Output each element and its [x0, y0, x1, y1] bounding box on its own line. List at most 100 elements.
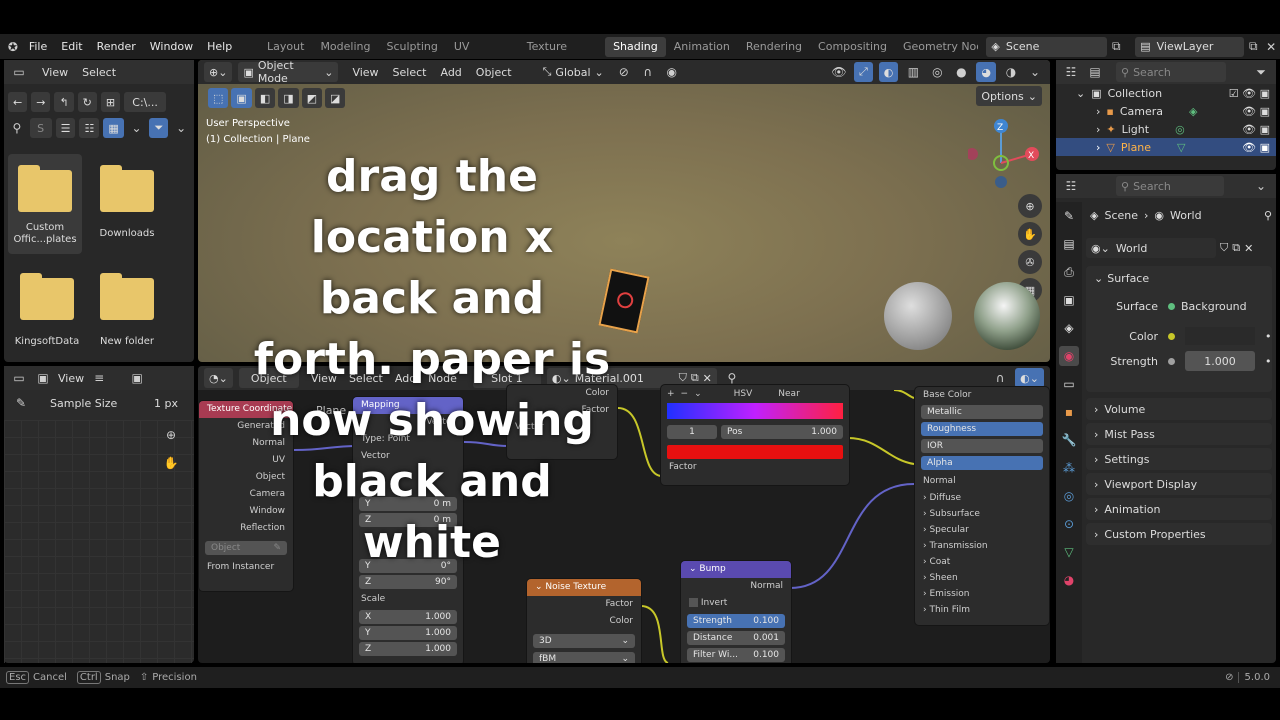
- blender-logo-icon[interactable]: ✪: [4, 38, 22, 56]
- select-extend-icon[interactable]: ◧: [254, 88, 276, 108]
- editor-type-icon[interactable]: ☷: [1062, 177, 1080, 195]
- noise-type[interactable]: fBM ⌄: [533, 652, 635, 663]
- filter-width-field[interactable]: Filter Wi... 0.100: [687, 648, 785, 662]
- navigation-gizmo[interactable]: Z X: [966, 116, 1042, 190]
- stop-position[interactable]: Pos 1.000: [721, 425, 843, 439]
- rotation-z[interactable]: Z 90°: [359, 575, 457, 589]
- modifier-tab-icon[interactable]: 🔧: [1059, 430, 1079, 450]
- back-icon[interactable]: ←: [8, 92, 28, 112]
- editor-type-icon[interactable]: ▭: [10, 63, 28, 81]
- scene-selector[interactable]: ◈ Scene: [986, 36, 1108, 57]
- tab-compositing[interactable]: Compositing: [810, 37, 895, 57]
- render-tab-icon[interactable]: ▤: [1059, 234, 1079, 254]
- scale-y[interactable]: Y 1.000: [359, 626, 457, 640]
- fake-user-icon[interactable]: ⛉: [679, 371, 687, 385]
- folder-item[interactable]: New folder: [94, 273, 160, 347]
- visibility-icon[interactable]: 👁: [830, 63, 848, 81]
- tab-shading[interactable]: Shading: [605, 36, 666, 57]
- viewport-view-menu[interactable]: View: [352, 66, 378, 79]
- filter-icon[interactable]: ⏷: [149, 118, 169, 138]
- select-tool-icon[interactable]: ⬚: [208, 88, 229, 108]
- xray-icon[interactable]: ▥: [904, 63, 922, 81]
- close-icon[interactable]: ✕: [1262, 38, 1280, 56]
- data-tab-icon[interactable]: ▽: [1059, 542, 1079, 562]
- filter-icon[interactable]: ⏷: [1252, 63, 1270, 81]
- invert-checkbox[interactable]: Invert: [681, 595, 791, 612]
- camera-view-icon[interactable]: ✇: [1018, 250, 1042, 274]
- list-view-icon[interactable]: ☰: [55, 118, 76, 138]
- principled-bsdf-node[interactable]: Base Color Metallic Roughness IOR Alpha …: [914, 386, 1050, 626]
- ramp-interp[interactable]: Near: [778, 389, 800, 399]
- rendered-shading-icon[interactable]: ◑: [1002, 63, 1020, 81]
- options-button[interactable]: Options ⌄: [976, 86, 1042, 106]
- viewport-add-menu[interactable]: Add: [440, 66, 461, 79]
- duplicate-icon[interactable]: ⧉: [1232, 241, 1240, 255]
- tab-uv-editing[interactable]: UV Editing: [446, 37, 519, 73]
- close-icon[interactable]: ✕: [1244, 242, 1253, 255]
- surface-value[interactable]: Background: [1168, 300, 1247, 313]
- gizmo-toggle-icon[interactable]: ⤢: [853, 62, 873, 82]
- image-browse-icon[interactable]: ▣: [128, 369, 146, 387]
- select-invert-icon[interactable]: ◩: [301, 88, 323, 108]
- ior-field[interactable]: IOR: [921, 439, 1043, 453]
- world-color-swatch[interactable]: [1185, 327, 1255, 345]
- editor-type-icon[interactable]: ▭: [10, 369, 28, 387]
- image-icon[interactable]: ▣: [34, 369, 52, 387]
- close-icon[interactable]: ✕: [703, 372, 712, 385]
- menu-help[interactable]: Help: [200, 40, 239, 53]
- outliner-item-light[interactable]: › ✦ Light ◎ 👁 ▣: [1056, 120, 1276, 138]
- mode-selector[interactable]: ▣ Object Mode ⌄: [238, 60, 339, 85]
- scale-z[interactable]: Z 1.000: [359, 642, 457, 656]
- refresh-icon[interactable]: ↻: [77, 92, 97, 112]
- surface-panel-header[interactable]: ⌄ Surface: [1086, 266, 1272, 290]
- strength-field[interactable]: Strength 0.100: [687, 614, 785, 628]
- section-transmission[interactable]: › Transmission: [915, 538, 1049, 554]
- add-stop-icon[interactable]: +: [667, 389, 675, 399]
- tab-modeling[interactable]: Modeling: [312, 37, 378, 57]
- detail-view-icon[interactable]: ☷: [79, 118, 100, 138]
- select-box-icon[interactable]: ▣: [231, 88, 252, 108]
- strength-field[interactable]: 1.000: [1185, 351, 1255, 371]
- output-tab-icon[interactable]: ⎙: [1059, 262, 1079, 282]
- overlay-toggle-icon[interactable]: ◐: [878, 62, 899, 82]
- keyframe-dot-icon[interactable]: •: [1265, 355, 1272, 368]
- section-coat[interactable]: › Coat: [915, 554, 1049, 570]
- tab-animation[interactable]: Animation: [666, 37, 738, 57]
- chevron-down-icon[interactable]: ⌄: [694, 389, 702, 399]
- file-select-menu[interactable]: Select: [82, 66, 116, 79]
- physics-tab-icon[interactable]: ◎: [1059, 486, 1079, 506]
- distance-field[interactable]: Distance 0.001: [687, 631, 785, 645]
- ramp-gradient[interactable]: [667, 403, 843, 419]
- tab-sculpting[interactable]: Sculpting: [378, 37, 445, 57]
- panel-animation[interactable]: › Animation: [1086, 498, 1272, 520]
- menu-icon[interactable]: ≡: [90, 369, 108, 387]
- forward-icon[interactable]: →: [31, 92, 51, 112]
- file-search-input[interactable]: S: [29, 118, 52, 138]
- display-mode-icon[interactable]: ▤: [1086, 63, 1104, 81]
- outliner-item-camera[interactable]: › ▪ Camera ◈ 👁 ▣: [1056, 102, 1276, 120]
- stop-color[interactable]: [667, 445, 843, 459]
- material-tab-icon[interactable]: ◕: [1059, 570, 1079, 590]
- keyframe-dot-icon[interactable]: •: [1265, 330, 1272, 343]
- wireframe-shading-icon[interactable]: ◎: [928, 63, 946, 81]
- material-shading-icon[interactable]: ◕: [976, 62, 996, 82]
- section-thin-film[interactable]: › Thin Film: [915, 602, 1049, 618]
- stop-index[interactable]: 1: [667, 425, 717, 439]
- scene-tab-icon[interactable]: ◈: [1059, 318, 1079, 338]
- remove-stop-icon[interactable]: −: [681, 389, 689, 399]
- zoom-icon[interactable]: ⊕: [1018, 194, 1042, 218]
- new-folder-icon[interactable]: ⊞: [100, 92, 121, 112]
- overlay-toggle-icon[interactable]: ◐⌄: [1015, 368, 1044, 388]
- section-subsurface[interactable]: › Subsurface: [915, 506, 1049, 522]
- panel-custom-properties[interactable]: › Custom Properties: [1086, 523, 1272, 545]
- menu-edit[interactable]: Edit: [54, 40, 89, 53]
- view-layer-selector[interactable]: ▤ ViewLayer: [1135, 36, 1245, 57]
- pin-icon[interactable]: ⚲: [1264, 209, 1272, 222]
- solid-shading-icon[interactable]: ●: [952, 63, 970, 81]
- noise-texture-node[interactable]: ⌄ Noise Texture Factor Color 3D ⌄ fBM ⌄: [526, 578, 642, 663]
- chevron-down-icon[interactable]: ⌄: [1026, 63, 1044, 81]
- snap-icon[interactable]: ∩: [639, 63, 657, 81]
- constraints-tab-icon[interactable]: ⊙: [1059, 514, 1079, 534]
- duplicate-icon[interactable]: ⧉: [691, 371, 699, 385]
- eyedropper-icon[interactable]: ✎: [12, 394, 30, 412]
